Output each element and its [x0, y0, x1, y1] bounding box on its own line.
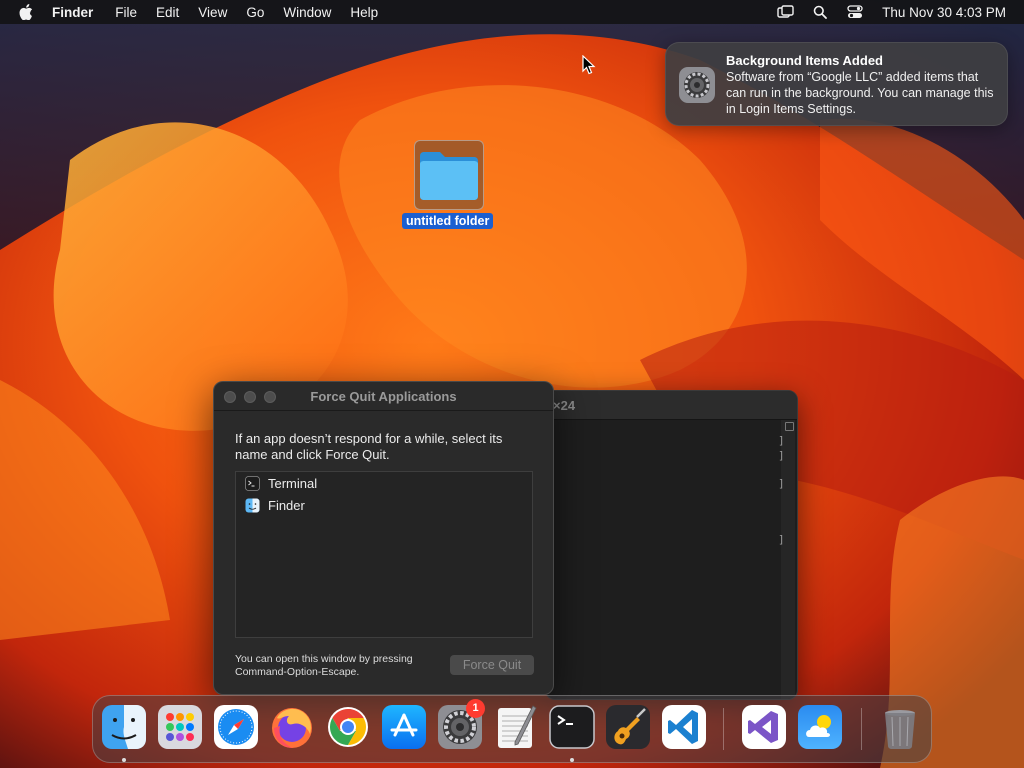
notification-badge: 1	[466, 699, 485, 718]
dock-visual-studio-icon[interactable]	[741, 704, 787, 750]
app-row-finder[interactable]: Finder	[236, 494, 532, 516]
menu-edit[interactable]: Edit	[156, 5, 179, 20]
force-quit-shortcut-hint: You can open this window by pressing Com…	[235, 653, 413, 678]
terminal-line-mark: ]	[778, 434, 785, 447]
terminal-title-bar[interactable]	[546, 391, 797, 420]
dock-system-settings-icon[interactable]: 1	[437, 699, 485, 750]
menu-go[interactable]: Go	[246, 5, 264, 20]
dock-app-store-icon[interactable]	[381, 704, 427, 750]
dock-separator	[723, 708, 724, 750]
dock-textedit-icon[interactable]	[493, 704, 539, 750]
apple-menu-icon[interactable]	[0, 4, 52, 20]
dock-running-indicator	[570, 758, 574, 762]
menu-view[interactable]: View	[198, 5, 227, 20]
dock-launchpad-icon[interactable]	[157, 704, 203, 750]
system-settings-gear-icon	[678, 66, 716, 104]
notification-title: Background Items Added	[726, 53, 883, 68]
terminal-title-fragment: ×24	[553, 398, 576, 413]
menubar-clock[interactable]: Thu Nov 30 4:03 PM	[882, 5, 1006, 20]
terminal-line-mark: ]	[778, 477, 785, 490]
screen-mirroring-icon[interactable]	[776, 4, 794, 20]
application-list[interactable]: Terminal Finder	[235, 471, 533, 638]
force-quit-instructions: If an app doesn’t respond for a while, s…	[235, 431, 503, 462]
dock-trash-icon[interactable]	[877, 704, 923, 750]
menu-app-finder[interactable]: Finder	[52, 5, 93, 20]
background-items-notification[interactable]: Background Items Added Software from “Go…	[665, 42, 1008, 126]
app-row-terminal[interactable]: Terminal	[236, 472, 532, 494]
terminal-line-mark: ]	[778, 449, 785, 462]
terminal-scroll-button[interactable]	[785, 422, 794, 431]
folder-label[interactable]: untitled folder	[402, 213, 494, 229]
dock-finder-icon[interactable]	[101, 704, 147, 750]
terminal-line-mark: ]	[778, 533, 785, 546]
menu-window[interactable]: Window	[283, 5, 331, 20]
dock-weather-icon[interactable]	[797, 704, 843, 750]
folder-icon	[420, 152, 478, 200]
dock-terminal-icon[interactable]	[549, 704, 595, 750]
dock-garageband-icon[interactable]	[605, 704, 651, 750]
menu-file[interactable]: File	[115, 5, 137, 20]
terminal-window[interactable]: ×24 ] ] ] ]	[545, 390, 798, 700]
control-center-icon[interactable]	[846, 4, 864, 20]
desktop-folder[interactable]: untitled folder	[400, 140, 498, 232]
dock-firefox-icon[interactable]	[269, 704, 315, 750]
spotlight-search-icon[interactable]	[811, 4, 829, 20]
menu-bar: Finder File Edit View Go Window Help Thu…	[0, 0, 1024, 24]
notification-body: Software from “Google LLC” added items t…	[726, 70, 994, 116]
force-quit-title-bar[interactable]: Force Quit Applications	[214, 382, 553, 411]
dock-safari-icon[interactable]	[213, 704, 259, 750]
dock-chrome-icon[interactable]	[325, 704, 371, 750]
menu-help[interactable]: Help	[350, 5, 378, 20]
dock: 1	[92, 695, 932, 763]
dock-running-indicator	[122, 758, 126, 762]
force-quit-dialog[interactable]: Force Quit Applications If an app doesn’…	[213, 381, 554, 695]
dock-vscode-icon[interactable]	[661, 704, 707, 750]
dock-separator	[861, 708, 862, 750]
finder-icon	[245, 498, 260, 512]
force-quit-title: Force Quit Applications	[310, 389, 457, 404]
mouse-cursor-icon	[582, 55, 596, 75]
terminal-icon	[245, 475, 260, 491]
app-name-finder: Finder	[268, 497, 305, 513]
app-name-terminal: Terminal	[268, 475, 318, 491]
force-quit-button[interactable]: Force Quit	[450, 655, 534, 675]
terminal-scrollbar[interactable]	[781, 420, 795, 699]
